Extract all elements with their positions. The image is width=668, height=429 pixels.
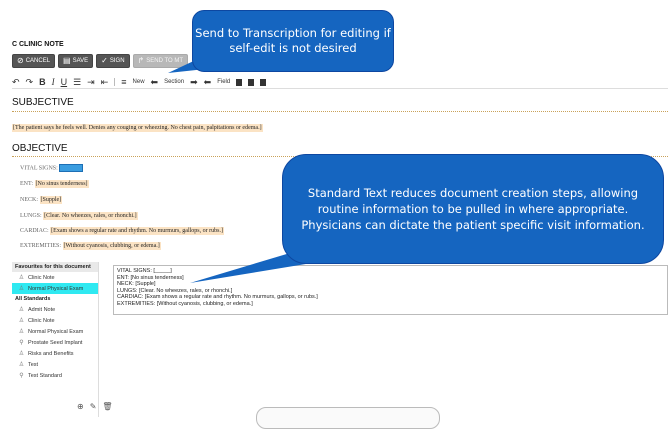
format-icon[interactable] [260,78,267,86]
people-icon: ♙ [18,362,25,368]
list-item[interactable]: ♙ Normal Physical Exam [12,326,98,337]
field-label: ENT: [20,181,34,187]
people-icon: ♙ [18,329,25,335]
editor-toolbar: ↶ ↷ B I U ☰ ⇥ ⇤ ≡ New ⬅ Section ➡ ⬅ Fiel… [12,76,668,89]
note-title: C CLINIC NOTE [12,41,64,48]
divider [12,111,668,112]
neck-field[interactable]: NECK: [Supple] [20,196,63,204]
cancel-button[interactable]: ⊘ CANCEL [12,54,56,68]
section-subjective: SUBJECTIVE [12,97,74,108]
list-item-label: Clinic Note [28,317,55,324]
send-label: SEND TO MT [146,58,184,64]
favourites-header: Favourites for this document [12,262,98,272]
preview-line: EXTREMITIES: [Without cyanosis, clubbing… [117,300,253,307]
list-item-label: Clinic Note [28,274,55,281]
ent-field[interactable]: ENT: [No sinus tenderness] [20,180,89,188]
undo-icon[interactable]: ↶ [12,77,20,88]
list-item-label: Test Standard [28,372,62,379]
arrow-right-icon[interactable]: ➡ [190,77,198,88]
cancel-icon: ⊘ [17,56,24,65]
field-value[interactable]: [No sinus tenderness] [34,180,89,188]
people-icon: ♙ [18,286,25,292]
send-icon: ↱ [137,56,145,65]
field-value[interactable]: [Without cyanosis, clubbing, or edema.] [62,242,161,250]
list-item[interactable]: ♙ Clinic Note [12,315,98,326]
list-item[interactable]: ♙ Clinic Note [12,272,98,283]
sign-button[interactable]: ✓ SIGN [96,54,130,68]
format-icon[interactable] [248,78,255,86]
field-label: NECK: [20,197,38,203]
callout-send-transcription: Send to Transcription for editing if sel… [192,10,394,72]
list-item[interactable]: ♙ Admit Note [12,304,98,315]
pin-icon: ⚲ [19,340,24,346]
field-value[interactable]: [Clear. No wheezes, rales, or rhonchi.] [43,212,138,220]
standards-panel: Favourites for this document ♙ Clinic Not… [12,262,99,417]
list-item-selected[interactable]: ♙ Normal Physical Exam [12,283,98,294]
list-item-label: Admit Note [28,306,56,313]
new-section-icon[interactable]: ≡ [121,77,126,87]
vital-signs-field[interactable]: VITAL SIGNS: [20,164,84,172]
cancel-label: CANCEL [25,58,51,64]
redo-icon[interactable]: ↷ [26,77,34,88]
field-value[interactable]: [Exam shows a regular rate and rhythm. N… [50,227,224,235]
field-label: VITAL SIGNS: [20,165,58,172]
people-icon: ♙ [18,307,25,313]
save-icon: ▤ [63,56,71,65]
arrow-left-icon[interactable]: ⬅ [151,77,159,88]
list-item-label: Test [28,361,39,368]
trash-icon[interactable]: 🗑 [102,402,112,411]
underline-icon[interactable]: U [61,77,68,87]
add-icon[interactable]: ⊕ [77,402,84,411]
field-label: EXTREMITIES: [20,243,61,249]
list-item-label: Normal Physical Exam [28,285,84,292]
list-icon[interactable]: ☰ [73,77,81,88]
field-label: LUNGS: [20,213,42,219]
bold-icon[interactable]: B [39,77,46,87]
send-to-mt-button[interactable]: ↱ SEND TO MT [132,54,189,68]
arrow-left-field-icon[interactable]: ⬅ [204,77,212,88]
check-icon: ✓ [101,56,108,65]
list-item[interactable]: ♙ Test [12,359,98,370]
scroll-indicator[interactable] [256,407,440,429]
pin-icon: ⚲ [19,373,24,379]
people-icon: ♙ [18,318,25,324]
indent-icon[interactable]: ⇥ [87,77,95,88]
people-icon: ♙ [18,351,25,357]
standard-preview: VITAL SIGNS: [_____] ENT: [No sinus tend… [113,265,668,315]
save-button[interactable]: ▤ SAVE [58,54,94,68]
panel-actions: ⊕ ✎ 🗑 [77,402,113,411]
lungs-field[interactable]: LUNGS: [Clear. No wheezes, rales, or rho… [20,212,138,220]
format-icon[interactable] [236,78,243,86]
divider [114,78,116,86]
outdent-icon[interactable]: ⇤ [101,77,109,88]
field-value[interactable]: [Supple] [39,196,63,204]
list-item[interactable]: ⚲ Test Standard [12,370,98,381]
all-standards-header: All Standards [12,294,98,304]
new-label[interactable]: New [133,79,145,85]
field-label: CARDIAC: [20,228,49,234]
list-item-label: Prostate Seed Implant [28,339,83,346]
callout-standard-text: Standard Text reduces document creation … [282,154,664,264]
sign-label: SIGN [109,58,125,64]
list-item[interactable]: ♙ Risks and Benefits [12,348,98,359]
active-field-marker[interactable] [59,164,84,172]
people-icon: ♙ [18,275,25,281]
list-item-label: Risks and Benefits [28,350,74,357]
extremities-field[interactable]: EXTREMITIES: [Without cyanosis, clubbing… [20,242,161,250]
edit-icon[interactable]: ✎ [90,402,97,411]
action-toolbar: ⊘ CANCEL ▤ SAVE ✓ SIGN ↱ SEND TO MT [12,54,189,68]
list-item[interactable]: ⚲ Prostate Seed Implant [12,337,98,348]
italic-icon[interactable]: I [52,77,55,87]
cardiac-field[interactable]: CARDIAC: [Exam shows a regular rate and … [20,227,224,235]
list-item-label: Normal Physical Exam [28,328,84,335]
section-objective: OBJECTIVE [12,143,68,154]
subjective-text[interactable]: [The patient says he feels well. Denies … [12,124,263,132]
field-label[interactable]: Field [217,79,230,85]
save-label: SAVE [72,58,89,64]
section-label[interactable]: Section [164,79,184,85]
